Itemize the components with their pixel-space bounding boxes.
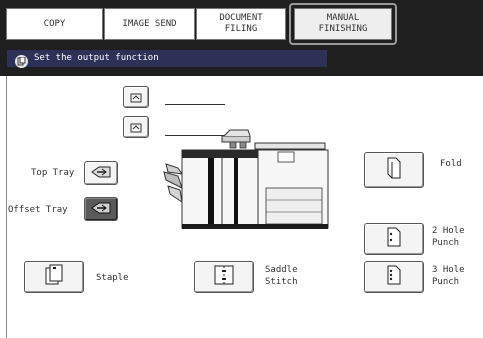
- punch-2-label: 2 Hole Punch: [432, 225, 465, 249]
- punch-3-hole-button[interactable]: [364, 261, 424, 293]
- saddle-stitch-label-line2: Stitch: [265, 277, 298, 287]
- punch-3-label-line2: Punch: [432, 277, 460, 287]
- tray-up-icon: [130, 118, 142, 137]
- offset-tray-button[interactable]: [84, 197, 118, 221]
- tab-manual-finishing-label-2: FINISHING: [318, 24, 368, 34]
- tray-arrow-icon: [90, 200, 112, 219]
- message-text: Set the output function: [34, 53, 159, 63]
- tray-up-icon: [130, 88, 142, 107]
- tray-arrow-icon: [90, 164, 112, 183]
- saddle-stitch-button[interactable]: [194, 261, 254, 293]
- tab-image-send-label: IMAGE SEND: [122, 18, 177, 29]
- punch-2-icon: [386, 226, 402, 252]
- content-left-border: [6, 76, 7, 338]
- punch-3-label: 3 Hole Punch: [432, 264, 465, 288]
- top-tray-button[interactable]: [84, 161, 118, 185]
- staple-label: Staple: [96, 273, 129, 283]
- machine-illustration: [163, 129, 329, 229]
- tab-manual-finishing[interactable]: MANUAL FINISHING: [294, 8, 392, 40]
- saddle-stitch-label-line1: Saddle: [265, 265, 298, 275]
- info-icon: [15, 55, 28, 68]
- offset-tray-label: Offset Tray: [8, 205, 68, 215]
- staple-button[interactable]: [24, 261, 84, 293]
- punch-3-icon: [386, 264, 402, 290]
- punch-2-label-line1: 2 Hole: [432, 226, 465, 236]
- punch-2-label-line2: Punch: [432, 238, 460, 248]
- tab-image-send[interactable]: IMAGE SEND: [104, 8, 195, 40]
- fold-icon: [386, 156, 402, 184]
- staple-icon: [44, 264, 64, 290]
- punch-2-hole-button[interactable]: [364, 223, 424, 255]
- top-tray-label: Top Tray: [31, 168, 75, 178]
- punch-3-label-line1: 3 Hole: [432, 265, 465, 275]
- tab-document-filing-label-1: DOCUMENT: [219, 13, 263, 23]
- tab-document-filing-label-2: FILING: [224, 24, 258, 34]
- tab-copy-label: COPY: [43, 18, 66, 29]
- tray-middle-button[interactable]: [123, 116, 149, 138]
- tab-manual-finishing-label-1: MANUAL: [326, 13, 360, 23]
- saddle-stitch-label: Saddle Stitch: [265, 264, 298, 288]
- tab-document-filing[interactable]: DOCUMENT FILING: [196, 8, 286, 40]
- fold-button[interactable]: [364, 152, 424, 188]
- fold-label: Fold: [440, 159, 462, 169]
- leader-line-upper: [165, 104, 225, 105]
- saddle-stitch-icon: [213, 264, 235, 290]
- tab-copy[interactable]: COPY: [6, 8, 103, 40]
- tray-upper-button[interactable]: [123, 86, 149, 108]
